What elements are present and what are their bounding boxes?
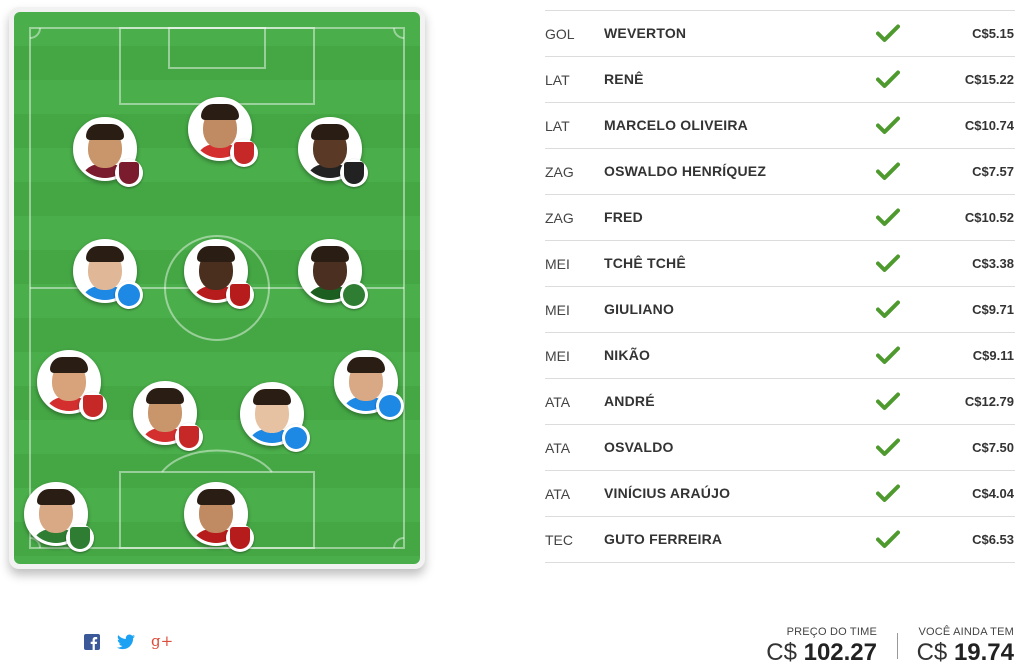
field-player[interactable] [73, 117, 143, 187]
player-price: C$12.79 [964, 394, 1014, 409]
club-crest-icon [226, 281, 254, 309]
field-player[interactable] [298, 117, 368, 187]
lineup-row[interactable]: ZAG OSWALDO HENRÍQUEZ C$7.57 [545, 148, 1015, 194]
check-icon [876, 346, 900, 364]
player-name: NIKÃO [604, 347, 651, 363]
team-price-amount: 102.27 [803, 639, 877, 666]
remaining-currency: C$ [916, 639, 948, 666]
club-crest-icon [340, 159, 368, 187]
lineup-row[interactable]: GOL WEVERTON C$5.15 [545, 10, 1015, 56]
player-name: ANDRÉ [604, 393, 655, 409]
field-player[interactable] [298, 239, 368, 309]
player-price: C$7.50 [972, 440, 1014, 455]
player-price: C$6.53 [972, 532, 1014, 547]
check-icon [876, 438, 900, 456]
check-icon [876, 162, 900, 180]
player-name: VINÍCIUS ARAÚJO [604, 485, 731, 501]
check-icon [876, 116, 900, 134]
club-crest-icon [115, 281, 143, 309]
field-player[interactable] [184, 239, 254, 309]
lineup-table: GOL WEVERTON C$5.15 LAT RENÊ C$15.22 LAT MARCEL… [545, 10, 1015, 563]
field-player[interactable] [240, 382, 310, 452]
lineup-row[interactable]: MEI TCHÊ TCHÊ C$3.38 [545, 240, 1015, 286]
club-crest-icon [79, 392, 107, 420]
lineup-row[interactable]: ATA VINÍCIUS ARAÚJO C$4.04 [545, 470, 1015, 516]
lineup-row[interactable]: MEI NIKÃO C$9.11 [545, 332, 1015, 378]
club-crest-icon [66, 524, 94, 552]
remaining-label: VOCÊ AINDA TEM [918, 626, 1014, 638]
field-player[interactable] [334, 350, 404, 420]
team-price: PREÇO DO TIME C$ 102.27 [766, 626, 877, 667]
position-label: LAT [545, 72, 570, 88]
lineup-row[interactable]: ZAG FRED C$10.52 [545, 194, 1015, 240]
lineup-row[interactable]: LAT MARCELO OLIVEIRA C$10.74 [545, 102, 1015, 148]
field-player[interactable] [37, 350, 107, 420]
player-name: WEVERTON [604, 25, 687, 41]
player-name: GIULIANO [604, 301, 675, 317]
facebook-icon[interactable] [84, 634, 100, 650]
club-crest-icon [376, 392, 404, 420]
field-player[interactable] [184, 482, 254, 552]
club-crest-icon [282, 424, 310, 452]
remaining-amount: 19.74 [953, 639, 1014, 666]
twitter-icon[interactable] [117, 634, 135, 650]
player-name: FRED [604, 209, 643, 225]
lineup-row[interactable]: ATA ANDRÉ C$12.79 [545, 378, 1015, 424]
player-price: C$7.57 [972, 164, 1014, 179]
player-name: MARCELO OLIVEIRA [604, 117, 748, 133]
lineup-row[interactable]: LAT RENÊ C$15.22 [545, 56, 1015, 102]
remaining-value: C$ 19.74 [917, 639, 1014, 667]
position-label: GOL [545, 26, 575, 42]
position-label: MEI [545, 256, 570, 272]
player-price: C$5.15 [972, 26, 1014, 41]
player-price: C$3.38 [972, 256, 1014, 271]
lineup-row[interactable]: ATA OSVALDO C$7.50 [545, 424, 1015, 470]
check-icon [876, 208, 900, 226]
totals-divider [897, 633, 898, 659]
check-icon [876, 392, 900, 410]
team-price-currency: C$ [766, 639, 797, 666]
player-price: C$15.22 [964, 72, 1014, 87]
check-icon [876, 300, 900, 318]
position-label: ZAG [545, 210, 574, 226]
team-price-label: PREÇO DO TIME [786, 626, 877, 638]
player-price: C$4.04 [972, 486, 1014, 501]
club-crest-icon [226, 524, 254, 552]
player-name: OSWALDO HENRÍQUEZ [604, 163, 767, 179]
player-name: GUTO FERREIRA [604, 531, 723, 547]
field-player[interactable] [188, 97, 258, 167]
position-label: ATA [545, 394, 571, 410]
position-label: TEC [545, 532, 573, 548]
player-price: C$9.71 [972, 302, 1014, 317]
position-label: LAT [545, 118, 570, 134]
club-crest-icon [230, 139, 258, 167]
google-plus-icon[interactable]: g+ [151, 632, 173, 650]
position-label: ATA [545, 486, 571, 502]
check-icon [876, 24, 900, 42]
remaining-balance: VOCÊ AINDA TEM C$ 19.74 [917, 626, 1014, 667]
player-name: OSVALDO [604, 439, 674, 455]
position-label: ATA [545, 440, 571, 456]
position-label: MEI [545, 348, 570, 364]
player-price: C$10.52 [964, 210, 1014, 225]
field-player[interactable] [133, 381, 203, 451]
check-icon [876, 254, 900, 272]
field-player[interactable] [24, 482, 94, 552]
lineup-row[interactable]: MEI GIULIANO C$9.71 [545, 286, 1015, 332]
player-price: C$9.11 [972, 348, 1014, 363]
lineup-row[interactable]: TEC GUTO FERREIRA C$6.53 [545, 516, 1015, 563]
check-icon [876, 530, 900, 548]
club-crest-icon [115, 159, 143, 187]
team-price-value: C$ 102.27 [766, 639, 877, 667]
position-label: MEI [545, 302, 570, 318]
position-label: ZAG [545, 164, 574, 180]
check-icon [876, 70, 900, 88]
field-player[interactable] [73, 239, 143, 309]
player-name: RENÊ [604, 71, 644, 87]
check-icon [876, 484, 900, 502]
club-crest-icon [175, 423, 203, 451]
club-crest-icon [340, 281, 368, 309]
player-price: C$10.74 [964, 118, 1014, 133]
player-name: TCHÊ TCHÊ [604, 255, 686, 271]
